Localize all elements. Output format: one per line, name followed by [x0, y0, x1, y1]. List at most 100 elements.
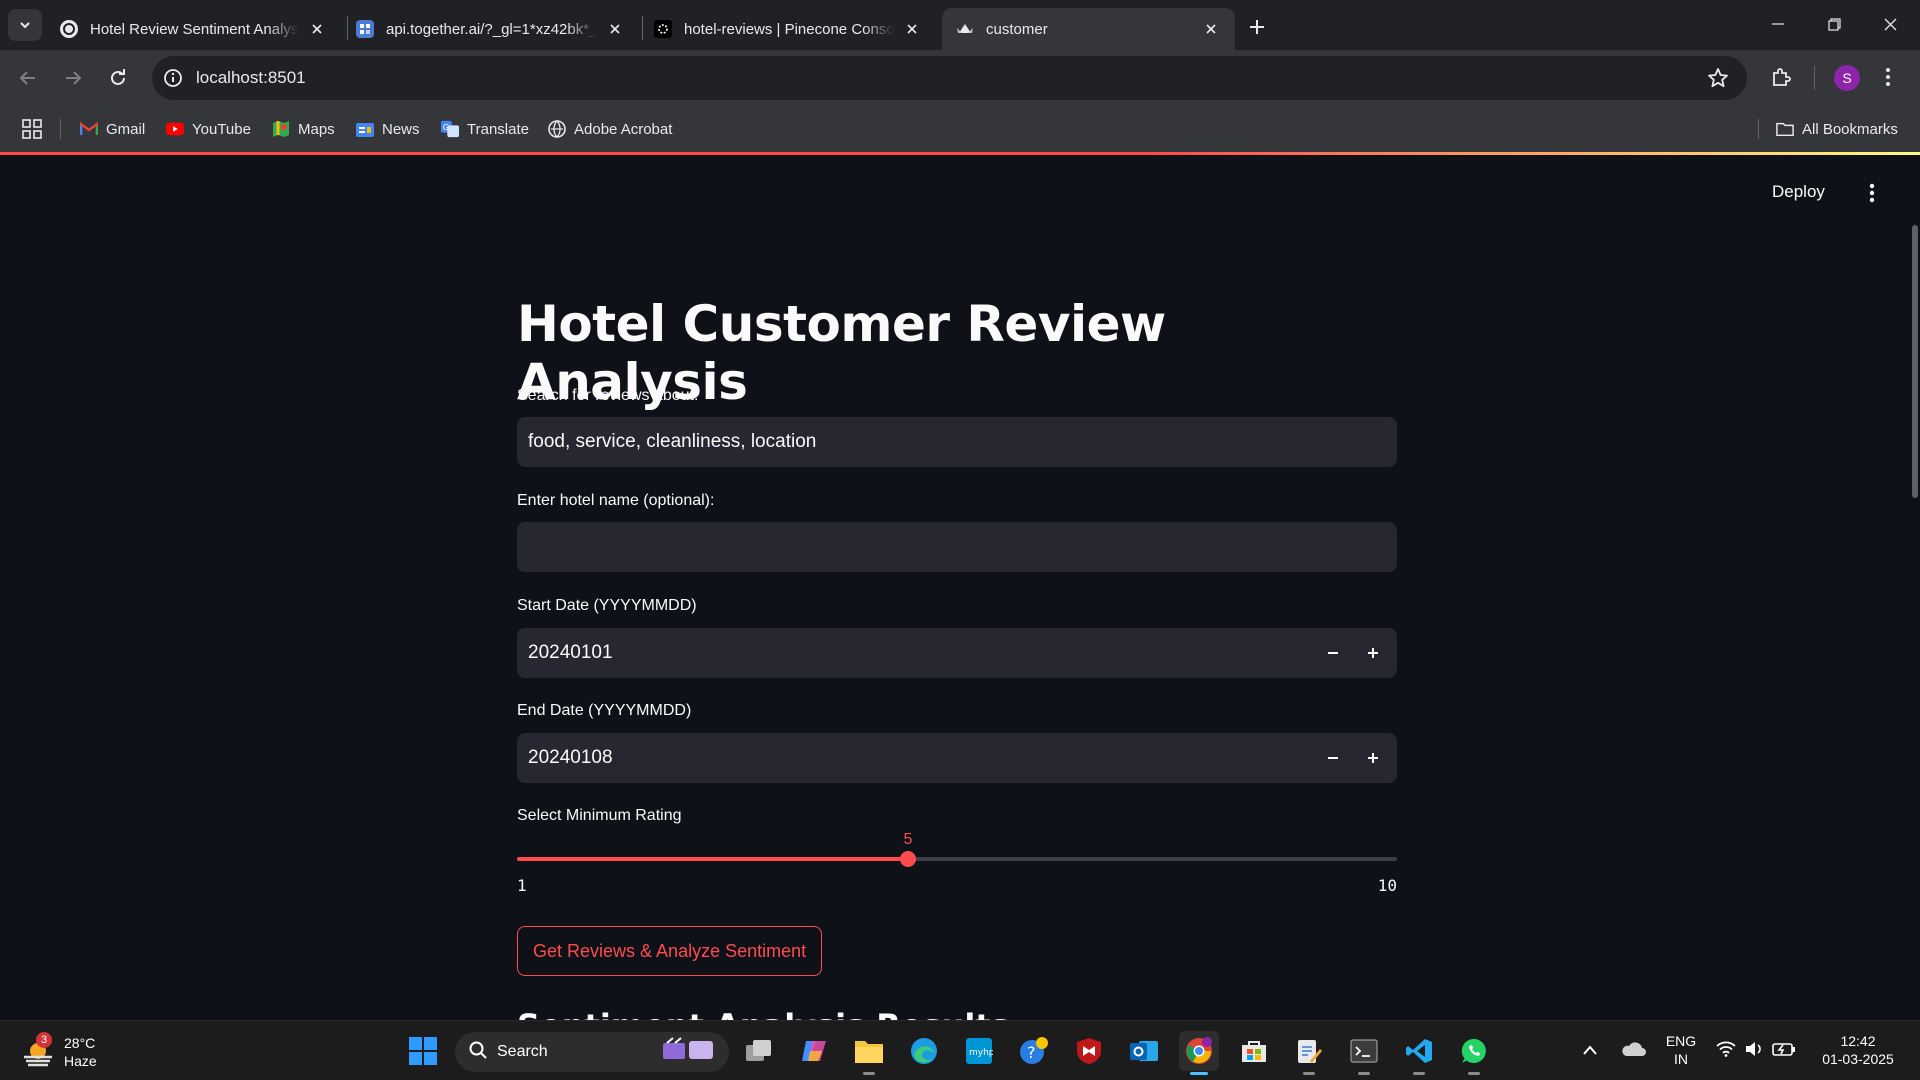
start-date-value: 20240101: [528, 642, 613, 663]
new-tab-button[interactable]: [1242, 12, 1272, 42]
tab-title: customer: [986, 20, 1048, 38]
app-content: Deploy Hotel Customer Review Analysis Se…: [0, 155, 1920, 1020]
mcafee-icon[interactable]: [1069, 1031, 1109, 1071]
start-date-decrement-button[interactable]: [1313, 629, 1353, 677]
results-heading: Sentiment Analysis Results: [517, 1007, 1397, 1020]
weather-badge: 3: [36, 1032, 52, 1048]
forward-button[interactable]: [55, 60, 91, 96]
restore-button[interactable]: [1806, 0, 1862, 48]
weather-widget[interactable]: 3 28°C Haze: [22, 1032, 142, 1073]
language-indicator[interactable]: ENG IN: [1662, 1032, 1700, 1068]
bookmark-label: Maps: [298, 120, 335, 138]
clock[interactable]: 12:42 01-03-2025: [1808, 1032, 1908, 1068]
tab-together-api[interactable]: api.together.ai/?_gl=1*xz42bk*_: [342, 8, 639, 50]
menu-kebab-icon[interactable]: [1884, 66, 1892, 93]
slider-max-label: 10: [1377, 876, 1397, 895]
close-tab-icon[interactable]: [1201, 19, 1221, 39]
notepad-icon[interactable]: [1289, 1031, 1329, 1075]
myhp-icon[interactable]: myhp: [959, 1031, 999, 1071]
bookmark-label: YouTube: [192, 120, 251, 138]
all-bookmarks-button[interactable]: All Bookmarks: [1776, 116, 1898, 142]
rating-slider[interactable]: 5 1 10: [517, 831, 1397, 911]
running-indicator: [863, 1072, 875, 1075]
search-icon: [469, 1041, 487, 1064]
hotel-name-input[interactable]: [517, 522, 1397, 572]
bookmark-news[interactable]: News: [356, 116, 420, 142]
bookmarks-divider: [60, 119, 61, 139]
gmail-icon: [80, 120, 98, 138]
restore-icon: [1827, 17, 1841, 31]
extensions-icon[interactable]: [1770, 66, 1792, 93]
end-date-decrement-button[interactable]: [1313, 734, 1353, 782]
wifi-icon[interactable]: [1716, 1041, 1736, 1062]
profile-avatar[interactable]: S: [1834, 65, 1860, 91]
plus-icon: [1368, 753, 1378, 763]
app-menu-kebab-icon[interactable]: [1862, 181, 1882, 205]
volume-icon[interactable]: [1744, 1041, 1764, 1062]
terminal-icon[interactable]: [1344, 1031, 1384, 1075]
bookmark-star-icon[interactable]: [1707, 67, 1729, 94]
close-window-button[interactable]: [1862, 0, 1918, 48]
analyze-sentiment-button[interactable]: Get Reviews & Analyze Sentiment: [517, 926, 823, 976]
bookmark-maps[interactable]: Maps: [272, 116, 335, 142]
whatsapp-icon[interactable]: [1454, 1031, 1494, 1075]
search-input[interactable]: food, service, cleanliness, location: [517, 417, 1397, 467]
apps-grid-icon[interactable]: [22, 119, 42, 144]
reload-button[interactable]: [100, 60, 136, 96]
close-tab-icon[interactable]: [307, 19, 327, 39]
file-explorer-icon[interactable]: [849, 1031, 889, 1075]
start-button[interactable]: [403, 1031, 443, 1071]
svg-text:G: G: [443, 122, 449, 132]
help-icon[interactable]: ?: [1014, 1031, 1054, 1071]
browser-toolbar: localhost:8501 S: [0, 50, 1920, 106]
site-info-icon[interactable]: [162, 67, 184, 94]
clock-date: 01-03-2025: [1822, 1051, 1894, 1067]
bookmark-label: News: [382, 120, 420, 138]
tab-hotel-review-sentiment[interactable]: Hotel Review Sentiment Analysis: [46, 8, 341, 50]
back-button[interactable]: [10, 60, 46, 96]
tab-pinecone-console[interactable]: hotel-reviews | Pinecone Console: [640, 8, 936, 50]
chevron-up-icon[interactable]: [1582, 1043, 1598, 1061]
close-tab-icon[interactable]: [605, 19, 625, 39]
deploy-button[interactable]: Deploy: [1772, 182, 1825, 202]
tab-search-button[interactable]: [8, 9, 42, 41]
start-date-increment-button[interactable]: [1353, 629, 1393, 677]
bookmark-adobe-acrobat[interactable]: Adobe Acrobat: [548, 116, 672, 142]
slider-min-label: 1: [517, 876, 527, 895]
tab-customer[interactable]: customer: [942, 8, 1235, 50]
rating-label: Select Minimum Rating: [517, 807, 682, 824]
edge-browser-icon[interactable]: [904, 1031, 944, 1071]
battery-icon[interactable]: [1772, 1041, 1796, 1062]
address-bar[interactable]: localhost:8501: [152, 56, 1747, 100]
page-scrollbar[interactable]: [1912, 225, 1918, 498]
close-icon: [1884, 18, 1896, 30]
end-date-increment-button[interactable]: [1353, 734, 1393, 782]
taskbar-search[interactable]: Search: [455, 1032, 729, 1072]
onedrive-icon[interactable]: [1620, 1040, 1646, 1063]
copilot-icon[interactable]: [794, 1031, 834, 1071]
chrome-taskbar-icon[interactable]: [1179, 1031, 1219, 1075]
task-view-icon[interactable]: [739, 1031, 779, 1071]
bookmark-youtube[interactable]: YouTube: [166, 116, 251, 142]
outlook-icon[interactable]: [1124, 1031, 1164, 1071]
start-date-input[interactable]: 20240101: [517, 628, 1397, 678]
vscode-icon[interactable]: [1399, 1031, 1439, 1075]
slider-fill: [517, 857, 908, 861]
bookmark-gmail[interactable]: Gmail: [80, 116, 145, 142]
active-indicator: [1190, 1072, 1208, 1075]
microsoft-store-icon[interactable]: [1234, 1031, 1274, 1071]
pinecone-favicon-icon: [654, 20, 672, 38]
slider-thumb[interactable]: [900, 851, 916, 867]
url-text[interactable]: localhost:8501: [196, 68, 306, 88]
chevron-down-icon: [20, 22, 30, 29]
bookmark-label: Translate: [467, 120, 529, 138]
close-tab-icon[interactable]: [902, 19, 922, 39]
maps-icon: [272, 120, 290, 138]
weather-condition: Haze: [64, 1053, 97, 1069]
youtube-icon: [166, 120, 184, 138]
bookmark-translate[interactable]: G Translate: [441, 116, 529, 142]
minimize-button[interactable]: [1750, 0, 1806, 48]
bookmark-label: Gmail: [106, 120, 146, 138]
end-date-input[interactable]: 20240108: [517, 733, 1397, 783]
bookmarks-divider: [1758, 119, 1759, 139]
